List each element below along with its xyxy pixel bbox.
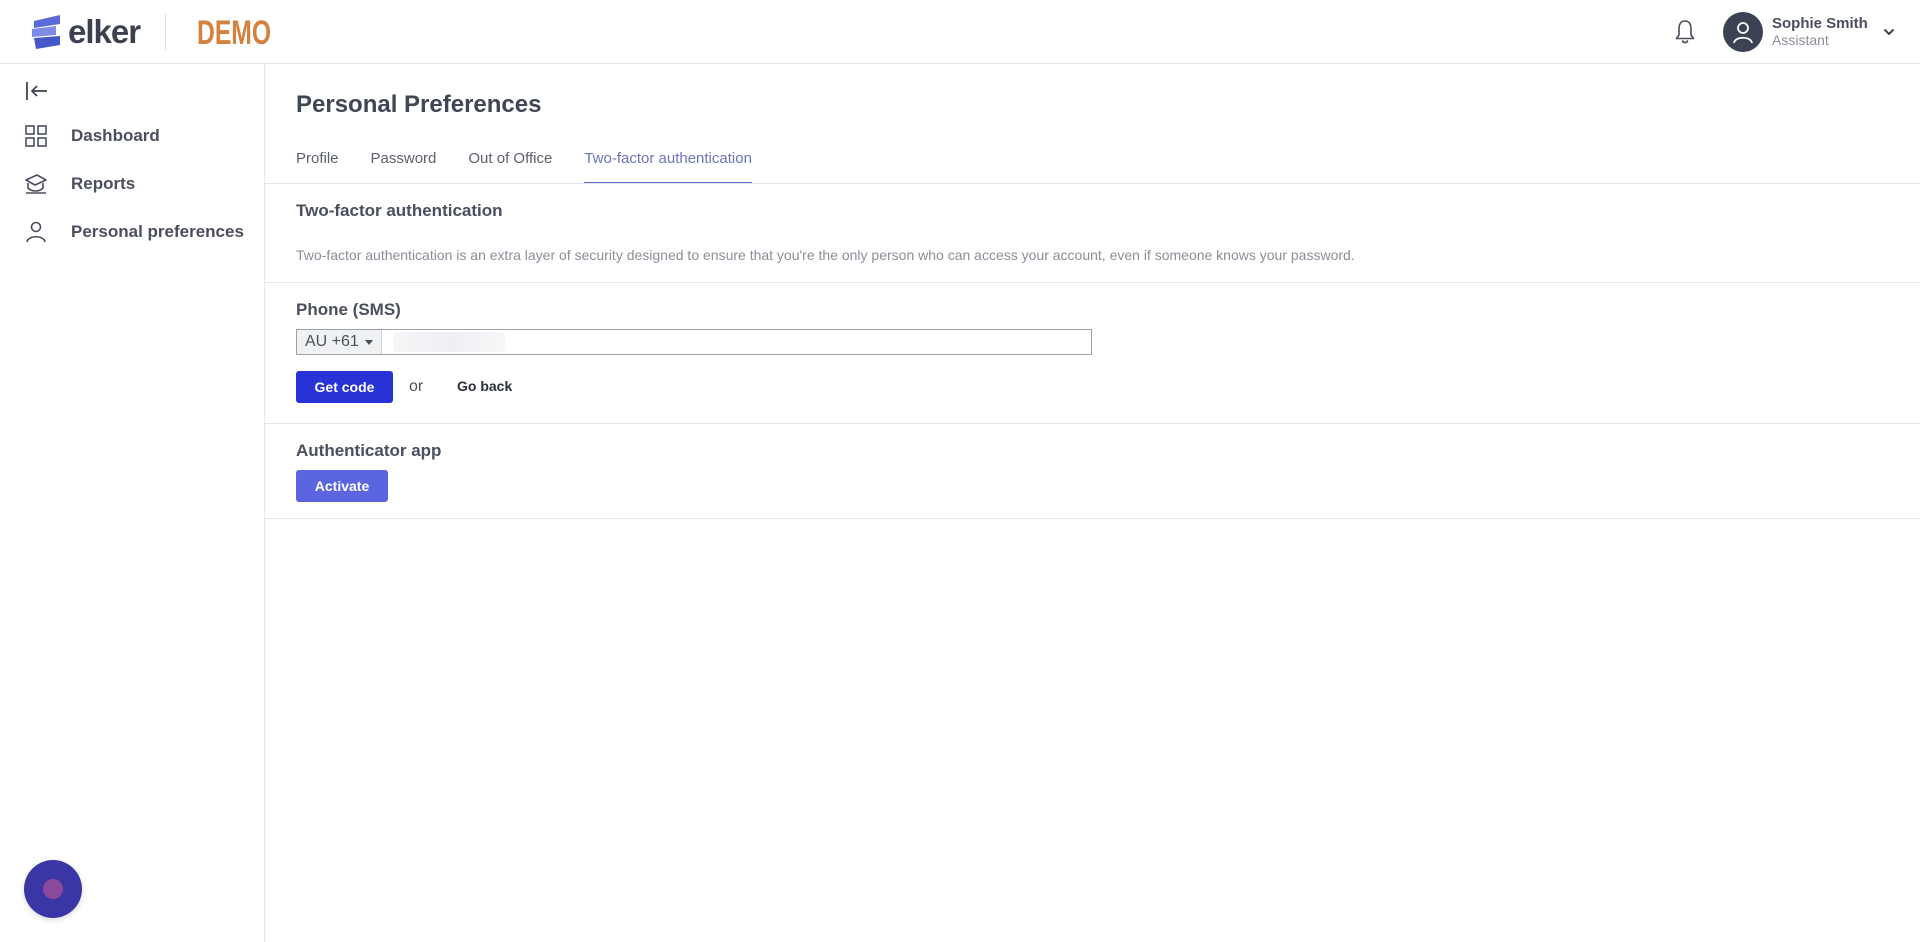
authenticator-app-title: Authenticator app <box>296 441 442 460</box>
country-code-select[interactable]: AU +61 <box>297 330 382 354</box>
user-avatar-icon <box>1733 22 1753 44</box>
user-role: Assistant <box>1772 32 1829 48</box>
person-icon <box>26 221 46 243</box>
user-info: Sophie Smith Assistant <box>1772 15 1868 49</box>
reports-icon <box>25 174 47 194</box>
redacted-phone-number <box>393 332 505 352</box>
go-back-button[interactable]: Go back <box>457 378 512 394</box>
or-separator: or <box>409 378 424 395</box>
collapse-sidebar-icon[interactable] <box>24 78 50 104</box>
tab-out-of-office[interactable]: Out of Office <box>468 144 552 184</box>
elker-logo[interactable]: elker <box>30 13 141 50</box>
preferences-tabs: Profile Password Out of Office Two-facto… <box>296 144 784 184</box>
chat-launcher-button[interactable] <box>24 860 82 918</box>
sidebar-item-label: Personal preferences <box>71 222 244 241</box>
sidebar-item-reports[interactable]: Reports <box>24 169 135 199</box>
user-name: Sophie Smith <box>1772 15 1868 32</box>
svg-text:DEMO: DEMO <box>197 14 271 52</box>
logo-text: elker <box>68 13 141 50</box>
elker-logo-mark-icon <box>32 15 60 49</box>
avatar <box>1723 12 1763 52</box>
tab-password[interactable]: Password <box>371 144 437 184</box>
notification-bell-icon[interactable] <box>1673 18 1697 46</box>
tab-profile[interactable]: Profile <box>296 144 339 184</box>
sidebar-item-personal-preferences[interactable]: Personal preferences <box>24 217 244 247</box>
tab-two-factor-authentication[interactable]: Two-factor authentication <box>584 144 752 184</box>
two-factor-description: Two-factor authentication is an extra la… <box>296 247 1355 263</box>
phone-sms-title: Phone (SMS) <box>296 300 401 319</box>
section-divider <box>265 518 1920 519</box>
country-code-value: AU +61 <box>305 333 359 350</box>
activate-button[interactable]: Activate <box>296 470 388 502</box>
chevron-down-icon[interactable] <box>1882 25 1896 39</box>
get-code-button[interactable]: Get code <box>296 371 393 403</box>
user-menu[interactable]: Sophie Smith Assistant <box>1723 11 1896 53</box>
sidebar-item-dashboard[interactable]: Dashboard <box>24 121 160 151</box>
logo-divider <box>165 14 166 50</box>
sidebar-item-label: Reports <box>71 174 136 193</box>
sidebar: Dashboard Reports Personal preferences <box>0 64 265 942</box>
demo-label: DEMO <box>197 14 271 52</box>
grid-icon <box>25 125 47 147</box>
page-title: Personal Preferences <box>296 91 542 118</box>
top-bar: elker DEMO Sophie Smith Assistant <box>0 0 1920 64</box>
caret-down-icon <box>364 339 373 345</box>
main-content: Personal Preferences Profile Password Ou… <box>265 64 1920 942</box>
tabs-divider <box>265 183 1920 184</box>
chat-icon <box>43 879 63 899</box>
sidebar-item-label: Dashboard <box>71 126 160 145</box>
two-factor-title: Two-factor authentication <box>296 201 503 220</box>
section-divider <box>265 423 1920 424</box>
phone-field: AU +61 <box>296 329 1092 355</box>
section-divider <box>265 282 1920 283</box>
